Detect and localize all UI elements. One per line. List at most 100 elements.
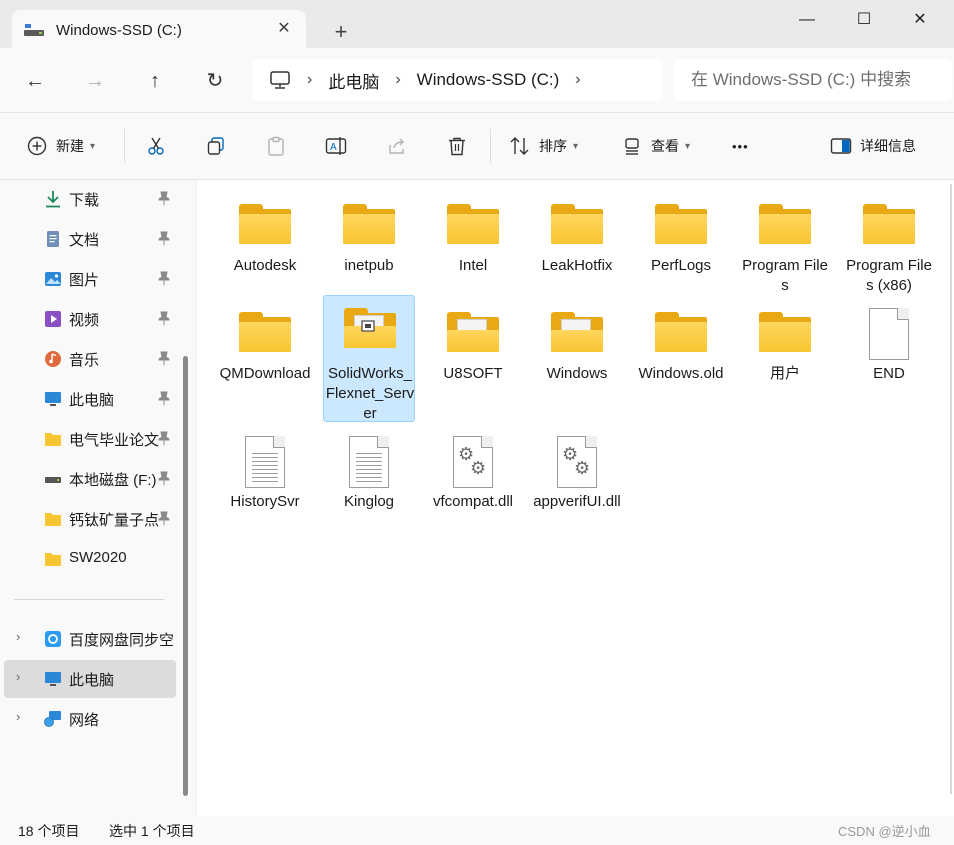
delete-button[interactable] xyxy=(446,133,468,159)
copy-button[interactable] xyxy=(205,133,227,159)
refresh-button[interactable]: ↻ xyxy=(198,64,232,98)
folder-item[interactable]: U8SOFT xyxy=(427,300,519,410)
sidebar-item-perovskite-folder[interactable]: 钙钛矿量子点 xyxy=(4,500,176,538)
more-options-button[interactable]: ••• xyxy=(732,133,749,159)
drive-icon xyxy=(24,23,44,37)
folder-icon xyxy=(446,308,500,358)
address-bar[interactable]: › 此电脑 › Windows-SSD (C:) › xyxy=(253,59,663,101)
folder-item[interactable]: Windows.old xyxy=(635,300,727,410)
folder-icon xyxy=(550,200,604,250)
back-button[interactable]: ← xyxy=(18,64,52,98)
tab-windows-ssd[interactable]: Windows-SSD (C:) ✕ xyxy=(12,10,306,50)
pin-icon[interactable] xyxy=(156,511,172,527)
folder-icon xyxy=(654,308,708,358)
close-button[interactable]: ✕ xyxy=(897,6,943,34)
share-button[interactable] xyxy=(386,133,408,159)
file-view: Autodesk inetpub Intel LeakHotfix PerfLo… xyxy=(197,180,954,816)
chevron-right-icon[interactable]: › xyxy=(16,709,20,724)
navigation-pane: 下载 文档 图片 视频 音乐 此电脑 电气毕业论文 本地磁盘 (F:) 钙钛矿量 xyxy=(0,180,195,816)
rename-button[interactable]: A xyxy=(325,133,347,159)
sidebar-item-label: 网络 xyxy=(69,712,100,729)
sidebar-item-pictures[interactable]: 图片 xyxy=(4,260,176,298)
pin-icon[interactable] xyxy=(156,351,172,367)
minimize-button[interactable]: — xyxy=(784,6,830,34)
folder-icon xyxy=(238,200,292,250)
details-button[interactable]: 详细信息 xyxy=(830,133,916,159)
sidebar-item-downloads[interactable]: 下载 xyxy=(4,180,176,218)
folder-icon xyxy=(446,200,500,250)
sidebar-item-network[interactable]: › 网络 xyxy=(4,700,176,738)
pin-icon[interactable] xyxy=(156,311,172,327)
file-item[interactable]: HistorySvr xyxy=(219,428,311,538)
file-item[interactable]: Kinglog xyxy=(323,428,415,538)
folder-item[interactable]: Windows xyxy=(531,300,623,410)
folder-icon xyxy=(238,308,292,358)
folder-item[interactable]: 用户 xyxy=(739,300,831,410)
tab-close-icon[interactable]: ✕ xyxy=(274,19,294,39)
sidebar-item-thesis-folder[interactable]: 电气毕业论文 xyxy=(4,420,176,458)
sort-label: 排序 xyxy=(539,138,567,154)
chevron-right-icon[interactable]: › xyxy=(395,71,400,89)
navigation-bar: ← → ↑ ↻ › 此电脑 › Windows-SSD (C:) › 在 Win… xyxy=(0,48,954,112)
breadcrumb-this-pc[interactable]: 此电脑 xyxy=(328,68,379,93)
content-scrollbar[interactable] xyxy=(950,184,952,794)
pin-icon[interactable] xyxy=(156,231,172,247)
pin-icon[interactable] xyxy=(156,271,172,287)
folder-item-selected[interactable]: SolidWorks_Flexnet_Server xyxy=(323,295,415,422)
file-item[interactable]: END xyxy=(843,300,935,410)
forward-button[interactable]: → xyxy=(78,64,112,98)
sidebar-item-local-disk-f[interactable]: 本地磁盘 (F:) xyxy=(4,460,176,498)
folder-item[interactable]: inetpub xyxy=(323,192,415,302)
file-item[interactable]: ⚙ ⚙ vfcompat.dll xyxy=(427,428,519,538)
item-name: Intel xyxy=(458,257,488,274)
sidebar-divider xyxy=(14,599,164,600)
folder-icon xyxy=(44,430,62,448)
pin-icon[interactable] xyxy=(156,191,172,207)
paste-button[interactable] xyxy=(265,133,287,159)
folder-item[interactable]: QMDownload xyxy=(219,300,311,410)
sidebar-item-documents[interactable]: 文档 xyxy=(4,220,176,258)
breadcrumb-drive[interactable]: Windows-SSD (C:) xyxy=(417,70,560,90)
up-button[interactable]: ↑ xyxy=(138,64,172,98)
download-icon xyxy=(44,190,62,208)
folder-item[interactable]: LeakHotfix xyxy=(531,192,623,302)
view-button[interactable]: 查看 ▾ xyxy=(621,133,690,159)
folder-icon xyxy=(343,304,397,354)
folder-item[interactable]: Autodesk xyxy=(219,192,311,302)
folder-item[interactable]: Program Files (x86) xyxy=(843,192,935,302)
chevron-right-icon[interactable]: › xyxy=(16,669,20,684)
pin-icon[interactable] xyxy=(156,431,172,447)
chevron-right-icon[interactable]: › xyxy=(307,71,312,89)
folder-item[interactable]: Program Files xyxy=(739,192,831,302)
chevron-right-icon[interactable]: › xyxy=(16,629,20,644)
sidebar-item-this-pc-tree[interactable]: › 此电脑 xyxy=(4,660,176,698)
pictures-icon xyxy=(44,270,62,288)
folder-item[interactable]: Intel xyxy=(427,192,519,302)
file-item[interactable]: ⚙ ⚙ appverifUI.dll xyxy=(531,428,623,538)
sidebar-item-sw2020[interactable]: SW2020 xyxy=(4,540,176,578)
pin-icon[interactable] xyxy=(156,471,172,487)
sidebar-item-this-pc[interactable]: 此电脑 xyxy=(4,380,176,418)
pin-icon[interactable] xyxy=(156,391,172,407)
sidebar-scrollbar[interactable] xyxy=(183,356,188,796)
cut-button[interactable] xyxy=(145,133,167,159)
divider xyxy=(124,129,125,163)
trash-icon xyxy=(446,135,468,157)
new-button[interactable]: 新建 ▾ xyxy=(26,133,95,159)
scissors-icon xyxy=(145,135,167,157)
chevron-right-icon[interactable]: › xyxy=(575,71,580,89)
this-pc-icon xyxy=(44,390,62,408)
sidebar-item-music[interactable]: 音乐 xyxy=(4,340,176,378)
chevron-down-icon: ▾ xyxy=(685,140,691,152)
sidebar-item-label: 百度网盘同步空间 xyxy=(69,632,174,649)
sidebar-item-baidu-netdisk[interactable]: › 百度网盘同步空间 xyxy=(4,620,176,658)
search-input[interactable]: 在 Windows-SSD (C:) 中搜索 xyxy=(674,59,952,101)
maximize-button[interactable]: ☐ xyxy=(841,6,887,34)
sort-button[interactable]: 排序 ▾ xyxy=(509,133,578,159)
new-tab-button[interactable]: + xyxy=(328,20,354,46)
folder-icon xyxy=(44,550,62,568)
sidebar-item-videos[interactable]: 视频 xyxy=(4,300,176,338)
selection-count: 选中 1 个项目 xyxy=(109,823,195,839)
folder-item[interactable]: PerfLogs xyxy=(635,192,727,302)
item-name: inetpub xyxy=(344,257,394,274)
